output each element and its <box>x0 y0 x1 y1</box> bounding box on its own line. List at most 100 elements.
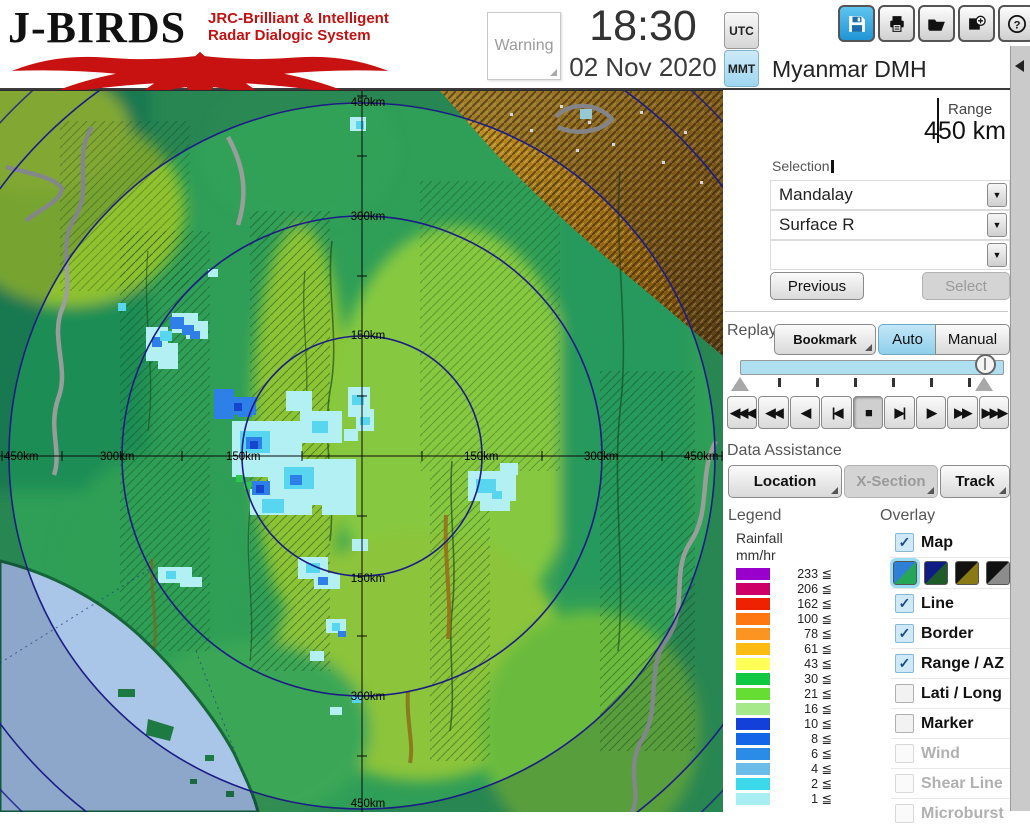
checkbox[interactable] <box>895 684 914 703</box>
legend-value: 2 ≦ <box>811 777 832 791</box>
mmt-button[interactable]: MMT <box>724 50 759 87</box>
overlay-list: ✓ Map ✓ Line ✓ Border ✓ Range / AZ Lati / Long Ma… <box>890 528 1010 828</box>
svg-text:300km: 300km <box>351 211 386 223</box>
overlay-item-label: Microburst <box>921 804 1004 822</box>
playback-button-3[interactable]: |◀ <box>821 396 852 429</box>
location-button[interactable]: Location <box>728 465 842 498</box>
site-dropdown[interactable]: Mandalay ▼ <box>770 180 1010 210</box>
legend-row: 16 ≦ <box>736 701 832 716</box>
replay-slider-thumb[interactable] <box>975 354 996 375</box>
legend-row: 100 ≦ <box>736 611 832 626</box>
checkbox[interactable] <box>895 714 914 733</box>
text-cursor <box>830 160 834 173</box>
checkbox[interactable]: ✓ <box>895 594 914 613</box>
playback-button-7[interactable]: ▶▶ <box>947 396 978 429</box>
radar-map[interactable]: 450km 300km 150km 150km 300km 450km 450k… <box>0 90 723 812</box>
legend-row: 21 ≦ <box>736 686 832 701</box>
add-image-icon <box>968 15 986 30</box>
x-section-button[interactable]: X-Section <box>844 465 938 498</box>
divider <box>725 311 1008 315</box>
overlay-label: Overlay <box>880 507 936 524</box>
checkbox[interactable]: ✓ <box>895 624 914 643</box>
legend-value: 233 ≦ <box>797 567 832 581</box>
add-image-button[interactable] <box>958 5 995 42</box>
legend-row: 6 ≦ <box>736 746 832 761</box>
overlay-row-microburst[interactable]: Microburst <box>891 798 1010 828</box>
legend-swatch <box>736 732 770 745</box>
track-button[interactable]: Track <box>940 465 1010 498</box>
playback-button-4[interactable]: ■ <box>852 396 884 429</box>
legend-value: 4 ≦ <box>811 762 832 776</box>
previous-button[interactable]: Previous <box>770 272 864 300</box>
slider-start-marker[interactable] <box>731 377 749 391</box>
legend-swatch <box>736 687 770 700</box>
legend-value: 100 ≦ <box>797 612 832 626</box>
range-value: 450 km <box>924 117 1006 145</box>
bookmark-button[interactable]: Bookmark <box>774 324 876 355</box>
map-style-button[interactable] <box>986 561 1010 585</box>
open-folder-button[interactable] <box>918 5 955 42</box>
print-button[interactable] <box>878 5 915 42</box>
checkbox[interactable] <box>895 744 914 763</box>
legend-row: 233 ≦ <box>736 566 832 581</box>
checkbox[interactable] <box>895 774 914 793</box>
overlay-row-range-az[interactable]: ✓ Range / AZ <box>891 648 1010 678</box>
station-name: Myanmar DMH <box>772 56 927 82</box>
checkbox[interactable] <box>895 804 914 823</box>
playback-button-2[interactable]: ◀ <box>789 396 821 429</box>
utc-button[interactable]: UTC <box>724 12 759 49</box>
option-dropdown[interactable]: ▼ <box>770 240 1010 270</box>
overlay-item-label: Marker <box>921 714 974 732</box>
legend-swatch <box>736 762 770 775</box>
help-button[interactable]: ? <box>998 5 1030 42</box>
overlay-row-border[interactable]: ✓ Border <box>891 618 1010 648</box>
overlay-row-wind[interactable]: Wind <box>891 738 1010 768</box>
manual-button[interactable]: Manual <box>935 324 1010 355</box>
svg-text:150km: 150km <box>464 451 499 463</box>
panel-collapse-strip[interactable] <box>1010 46 1030 811</box>
overlay-row-line[interactable]: ✓ Line <box>891 588 1010 618</box>
legend-value: 21 ≦ <box>804 687 832 701</box>
chevron-down-icon[interactable]: ▼ <box>987 213 1007 237</box>
chevron-down-icon[interactable]: ▼ <box>987 243 1007 267</box>
chevron-down-icon[interactable]: ▼ <box>987 183 1007 207</box>
overlay-item-label: Wind <box>921 744 960 762</box>
legend-row: 4 ≦ <box>736 761 832 776</box>
playback-button-6[interactable]: ▶ <box>915 396 947 429</box>
legend-swatch <box>736 642 770 655</box>
legend-row: 206 ≦ <box>736 581 832 596</box>
overlay-item-label: Lati / Long <box>921 684 1002 702</box>
legend-row: 10 ≦ <box>736 716 832 731</box>
overlay-row-map[interactable]: ✓ Map <box>891 528 1010 557</box>
overlay-row-lati-long[interactable]: Lati / Long <box>891 678 1010 708</box>
map-style-buttons <box>890 557 1010 588</box>
app-title: J-BIRDS <box>8 3 187 52</box>
svg-text:150km: 150km <box>351 330 386 342</box>
overlay-row-marker[interactable]: Marker <box>891 708 1010 738</box>
map-style-button[interactable] <box>955 561 979 585</box>
save-button[interactable] <box>838 5 875 42</box>
map-style-button[interactable] <box>890 558 920 588</box>
slider-tick <box>854 378 857 387</box>
playback-button-0[interactable]: ◀◀◀ <box>727 396 758 429</box>
overlay-item-label: Map <box>921 533 953 551</box>
auto-button[interactable]: Auto <box>878 324 937 355</box>
legend-swatch <box>736 597 770 610</box>
legend-swatch <box>736 657 770 670</box>
legend-swatch <box>736 792 770 805</box>
replay-slider-track[interactable] <box>740 360 1004 375</box>
overlay-row-shear-line[interactable]: Shear Line <box>891 768 1010 798</box>
playback-button-5[interactable]: ▶| <box>884 396 915 429</box>
select-button[interactable]: Select <box>922 272 1010 300</box>
warning-button[interactable]: Warning <box>487 12 561 80</box>
product-dropdown[interactable]: Surface R ▼ <box>770 210 1010 240</box>
playback-button-8[interactable]: ▶▶▶ <box>978 396 1009 429</box>
app-tagline: JRC-Brilliant & Intelligent Radar Dialog… <box>208 10 389 44</box>
legend-value: 16 ≦ <box>804 702 832 716</box>
slider-tick <box>892 378 895 387</box>
playback-button-1[interactable]: ◀◀ <box>758 396 789 429</box>
map-style-button[interactable] <box>924 561 948 585</box>
checkbox[interactable]: ✓ <box>895 533 914 552</box>
slider-end-marker[interactable] <box>975 377 993 391</box>
checkbox[interactable]: ✓ <box>895 654 914 673</box>
